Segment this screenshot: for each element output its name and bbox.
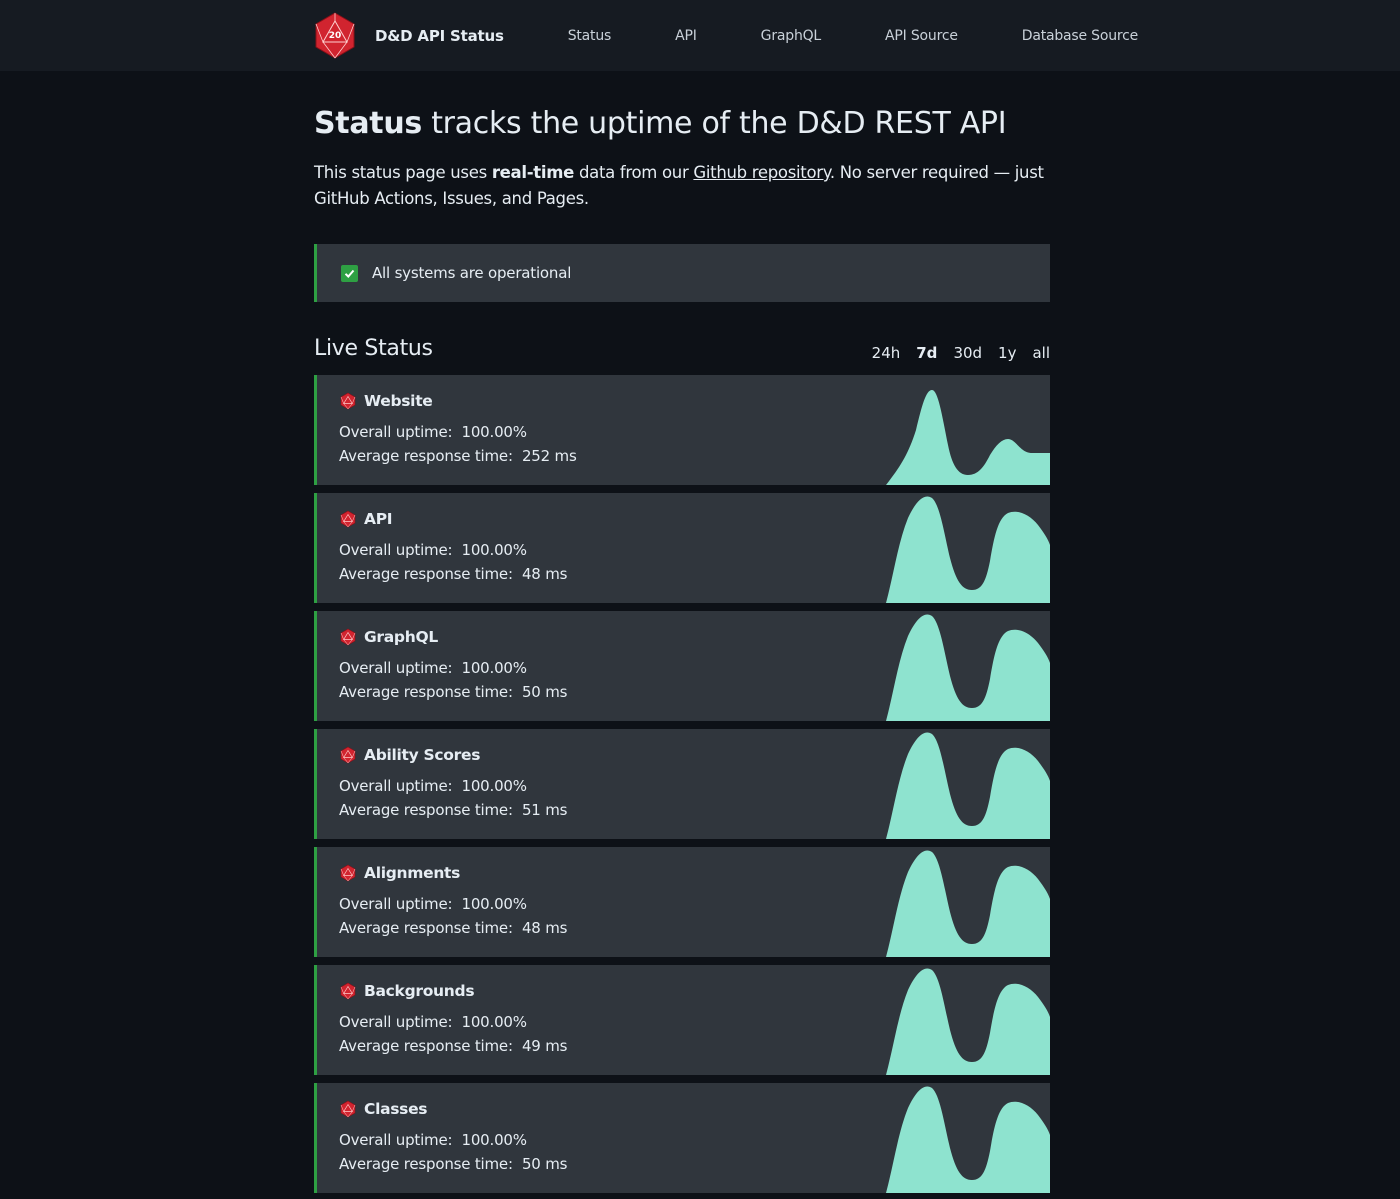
uptime-text: Overall uptime: 100.00% [339, 659, 527, 677]
service-name[interactable]: Alignments [364, 864, 460, 882]
period-1y[interactable]: 1y [998, 344, 1016, 362]
period-24h[interactable]: 24h [872, 344, 901, 362]
response-time-sparkline [886, 390, 1050, 485]
uptime-text: Overall uptime: 100.00% [339, 895, 527, 913]
intro-text: This status page uses real-time data fro… [314, 160, 1050, 212]
service-name[interactable]: Backgrounds [364, 982, 475, 1000]
response-time-text: Average response time: 50 ms [339, 683, 568, 701]
service-card-classes[interactable]: Classes Overall uptime: 100.00% Average re… [314, 1083, 1050, 1193]
sparkline-area [886, 850, 1050, 957]
service-name[interactable]: API [364, 510, 393, 528]
response-time-text: Average response time: 48 ms [339, 565, 568, 583]
intro-bold: real-time [491, 163, 575, 182]
d20-die-icon [339, 982, 357, 1000]
d20-die-icon [339, 864, 357, 882]
service-card-graphql[interactable]: GraphQL Overall uptime: 100.00% Average re… [314, 611, 1050, 721]
d20-die-icon [339, 1100, 357, 1118]
d20-die-icon [339, 510, 357, 528]
page-title-bold: Status [314, 106, 422, 141]
uptime-text: Overall uptime: 100.00% [339, 541, 527, 559]
status-alert: All systems are operational [314, 244, 1050, 302]
nav-link-status[interactable]: Status [568, 28, 612, 44]
navbar: 20 D&D API Status Status API GraphQL API… [0, 0, 1400, 71]
uptime-text: Overall uptime: 100.00% [339, 777, 527, 795]
nav-inner: 20 D&D API Status Status API GraphQL API… [314, 0, 1202, 71]
service-card-ability-scores[interactable]: Ability Scores Overall uptime: 100.00% Ave… [314, 729, 1050, 839]
service-name[interactable]: Classes [364, 1100, 428, 1118]
intro-part-2: data from our [574, 163, 694, 182]
period-7d[interactable]: 7d [916, 344, 937, 362]
sparkline-area [886, 968, 1050, 1075]
period-all[interactable]: all [1032, 344, 1050, 362]
check-icon [341, 264, 358, 282]
response-time-text: Average response time: 48 ms [339, 919, 568, 937]
uptime-text: Overall uptime: 100.00% [339, 423, 527, 441]
page-title-rest: tracks the uptime of the D&D REST API [421, 106, 1007, 141]
service-name[interactable]: GraphQL [364, 628, 438, 646]
service-name[interactable]: Ability Scores [364, 746, 480, 764]
service-name-row: Website [339, 392, 433, 410]
service-card-website[interactable]: Website Overall uptime: 100.00% Average re… [314, 375, 1050, 485]
response-time-sparkline [886, 968, 1050, 1075]
d20-die-icon [339, 746, 357, 764]
service-name-row: GraphQL [339, 628, 438, 646]
d20-logo-icon[interactable]: 20 [314, 12, 356, 59]
live-status-heading: Live Status [314, 336, 433, 361]
response-time-sparkline [886, 1086, 1050, 1193]
uptime-text: Overall uptime: 100.00% [339, 1131, 527, 1149]
service-name[interactable]: Website [364, 392, 433, 410]
service-name-row: Ability Scores [339, 746, 480, 764]
service-name-row: Backgrounds [339, 982, 475, 1000]
sparkline-area [886, 496, 1050, 603]
response-time-sparkline [886, 732, 1050, 839]
service-name-row: Alignments [339, 864, 460, 882]
sparkline-area [886, 1086, 1050, 1193]
nav-link-database-source[interactable]: Database Source [1022, 28, 1139, 44]
response-time-sparkline [886, 850, 1050, 957]
d20-die-icon [339, 628, 357, 646]
d20-die-icon [339, 392, 357, 410]
service-card-backgrounds[interactable]: Backgrounds Overall uptime: 100.00% Averag… [314, 965, 1050, 1075]
response-time-sparkline [886, 614, 1050, 721]
alert-text: All systems are operational [372, 264, 572, 282]
service-name-row: API [339, 510, 393, 528]
sparkline-area [886, 614, 1050, 721]
github-repository-link[interactable]: Github repository [693, 163, 830, 182]
page-title: Status tracks the uptime of the D&D REST… [314, 106, 1007, 141]
response-time-text: Average response time: 49 ms [339, 1037, 568, 1055]
period-selector: 24h 7d 30d 1y all [872, 344, 1050, 362]
intro-part-1: This status page uses [314, 163, 492, 182]
service-name-row: Classes [339, 1100, 428, 1118]
sparkline-area [886, 390, 1050, 485]
nav-links: Status API GraphQL API Source Database S… [568, 28, 1202, 44]
logo-number: 20 [329, 31, 342, 41]
nav-link-api[interactable]: API [675, 28, 697, 44]
uptime-text: Overall uptime: 100.00% [339, 1013, 527, 1031]
response-time-text: Average response time: 252 ms [339, 447, 577, 465]
response-time-text: Average response time: 50 ms [339, 1155, 568, 1173]
service-card-alignments[interactable]: Alignments Overall uptime: 100.00% Average… [314, 847, 1050, 957]
sparkline-area [886, 732, 1050, 839]
nav-link-graphql[interactable]: GraphQL [761, 28, 822, 44]
nav-link-api-source[interactable]: API Source [885, 28, 958, 44]
response-time-sparkline [886, 496, 1050, 603]
response-time-text: Average response time: 51 ms [339, 801, 568, 819]
brand-title[interactable]: D&D API Status [375, 27, 504, 45]
service-card-api[interactable]: API Overall uptime: 100.00% Average respon… [314, 493, 1050, 603]
period-30d[interactable]: 30d [953, 344, 982, 362]
